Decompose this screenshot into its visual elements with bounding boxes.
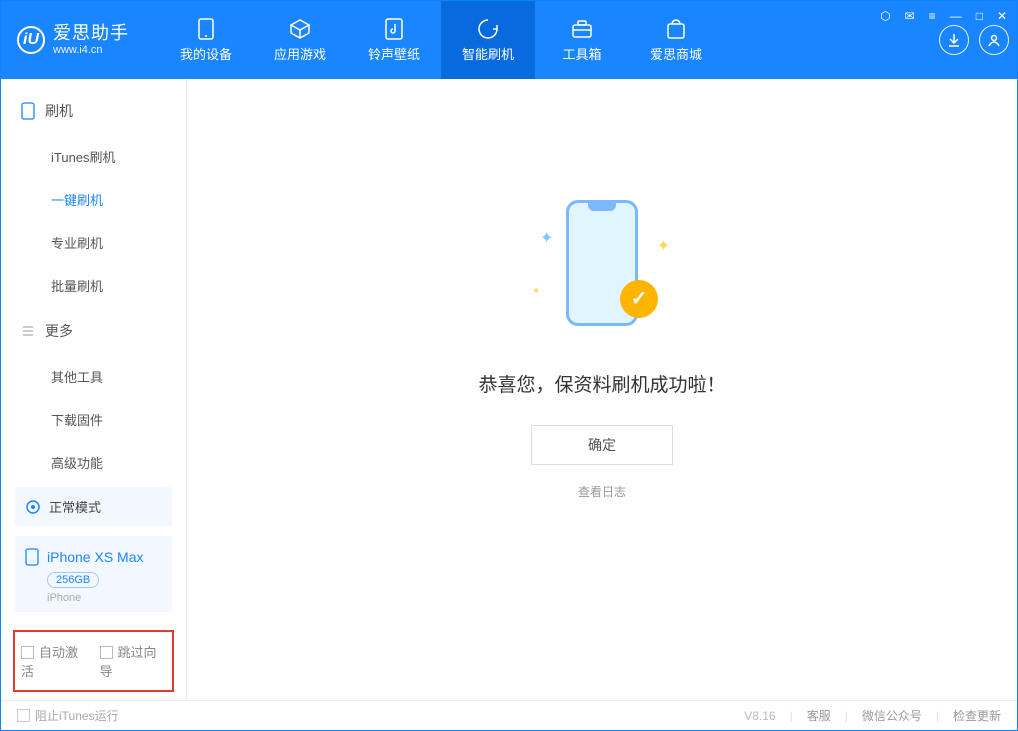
device-icon: [195, 18, 217, 40]
view-log-link[interactable]: 查看日志: [578, 483, 626, 500]
nav-label: 爱思商城: [650, 44, 702, 63]
refresh-shield-icon: [477, 18, 499, 40]
wechat-link[interactable]: 微信公众号: [862, 707, 922, 724]
close-button[interactable]: ✕: [995, 7, 1009, 25]
device-panel[interactable]: iPhone XS Max 256GB iPhone: [15, 536, 172, 612]
separator: |: [936, 709, 939, 723]
footer-bar: 阻止iTunes运行 V8.16 | 客服 | 微信公众号 | 检查更新: [1, 700, 1017, 730]
top-nav: 我的设备 应用游戏 铃声壁纸 智能刷机 工具箱: [159, 1, 723, 79]
success-message: 恭喜您，保资料刷机成功啦！: [478, 370, 725, 397]
toolbox-icon: [571, 18, 593, 40]
sidebar-group-label: 更多: [45, 321, 73, 341]
nav-label: 铃声壁纸: [368, 44, 420, 63]
support-link[interactable]: 客服: [807, 707, 831, 724]
download-button[interactable]: [939, 25, 969, 55]
checkbox-block-itunes[interactable]: 阻止iTunes运行: [17, 707, 119, 724]
sidebar-item-itunes-flash[interactable]: iTunes刷机: [1, 135, 186, 178]
device-capacity: 256GB: [47, 572, 99, 588]
app-title: 爱思助手: [53, 24, 129, 44]
nav-label: 我的设备: [180, 44, 232, 63]
checkbox-icon: [17, 709, 30, 722]
app-logo: iU 爱思助手 www.i4.cn: [17, 24, 129, 56]
mode-icon: [25, 499, 41, 515]
sparkle-icon: ✦: [532, 286, 540, 297]
sidebar-item-batch-flash[interactable]: 批量刷机: [1, 264, 186, 307]
checkbox-skip-guide[interactable]: 跳过向导: [100, 642, 167, 680]
nav-label: 应用游戏: [274, 44, 326, 63]
sidebar-item-other-tools[interactable]: 其他工具: [1, 355, 186, 398]
sidebar-item-download-firmware[interactable]: 下载固件: [1, 398, 186, 441]
nav-smart-flash[interactable]: 智能刷机: [441, 1, 535, 79]
sidebar-item-pro-flash[interactable]: 专业刷机: [1, 221, 186, 264]
checkbox-icon: [21, 646, 34, 659]
phone-icon: [21, 102, 35, 120]
checkbox-auto-activate[interactable]: 自动激活: [21, 642, 88, 680]
phone-icon: [25, 548, 39, 566]
device-name: iPhone XS Max: [47, 549, 144, 565]
sidebar: 刷机 iTunes刷机 一键刷机 专业刷机 批量刷机 更多 其他工具 下载固件 …: [1, 79, 187, 700]
sidebar-group-flash: 刷机: [1, 87, 186, 135]
sidebar-group-more: 更多: [1, 307, 186, 355]
sparkle-icon: ✦: [657, 236, 670, 256]
minimize-button[interactable]: —: [948, 7, 964, 25]
logo-icon: iU: [17, 26, 45, 54]
window-controls: ⬡ ✉ ≡ — □ ✕: [878, 7, 1009, 25]
check-badge-icon: ✓: [620, 280, 658, 318]
header-right: [939, 25, 1009, 55]
nav-label: 工具箱: [562, 44, 601, 63]
body: 刷机 iTunes刷机 一键刷机 专业刷机 批量刷机 更多 其他工具 下载固件 …: [1, 79, 1017, 700]
nav-my-device[interactable]: 我的设备: [159, 1, 253, 79]
version-label: V8.16: [744, 709, 775, 723]
sidebar-group-label: 刷机: [45, 101, 73, 121]
bag-icon: [665, 18, 687, 40]
sidebar-item-one-click-flash[interactable]: 一键刷机: [1, 178, 186, 221]
nav-ringtones-wallpapers[interactable]: 铃声壁纸: [347, 1, 441, 79]
device-type: iPhone: [47, 592, 162, 604]
account-button[interactable]: [979, 25, 1009, 55]
app-subtitle: www.i4.cn: [53, 44, 129, 56]
device-mode-label: 正常模式: [49, 497, 101, 516]
checkbox-label: 阻止iTunes运行: [35, 709, 119, 723]
checkbox-icon: [100, 646, 113, 659]
success-illustration: ✦ ✦ ✦ ✓: [532, 200, 672, 340]
separator: |: [845, 709, 848, 723]
skin-icon[interactable]: ⬡: [878, 7, 892, 25]
sidebar-item-advanced[interactable]: 高级功能: [1, 441, 186, 483]
device-mode-box[interactable]: 正常模式: [15, 487, 172, 526]
nav-label: 智能刷机: [462, 44, 514, 63]
nav-store[interactable]: 爱思商城: [629, 1, 723, 79]
sparkle-icon: ✦: [540, 228, 553, 248]
options-highlight: 自动激活 跳过向导: [13, 630, 174, 692]
maximize-button[interactable]: □: [974, 7, 985, 25]
separator: |: [790, 709, 793, 723]
cube-icon: [289, 18, 311, 40]
list-icon: [21, 324, 35, 338]
check-update-link[interactable]: 检查更新: [953, 707, 1001, 724]
main-panel: ✦ ✦ ✦ ✓ 恭喜您，保资料刷机成功啦！ 确定 查看日志: [187, 79, 1017, 700]
menu-icon[interactable]: ≡: [927, 7, 938, 25]
music-file-icon: [383, 18, 405, 40]
nav-toolbox[interactable]: 工具箱: [535, 1, 629, 79]
nav-apps-games[interactable]: 应用游戏: [253, 1, 347, 79]
feedback-icon[interactable]: ✉: [903, 7, 917, 25]
ok-button[interactable]: 确定: [531, 425, 673, 465]
header-bar: ⬡ ✉ ≡ — □ ✕ iU 爱思助手 www.i4.cn 我的设备 应用游戏: [1, 1, 1017, 79]
